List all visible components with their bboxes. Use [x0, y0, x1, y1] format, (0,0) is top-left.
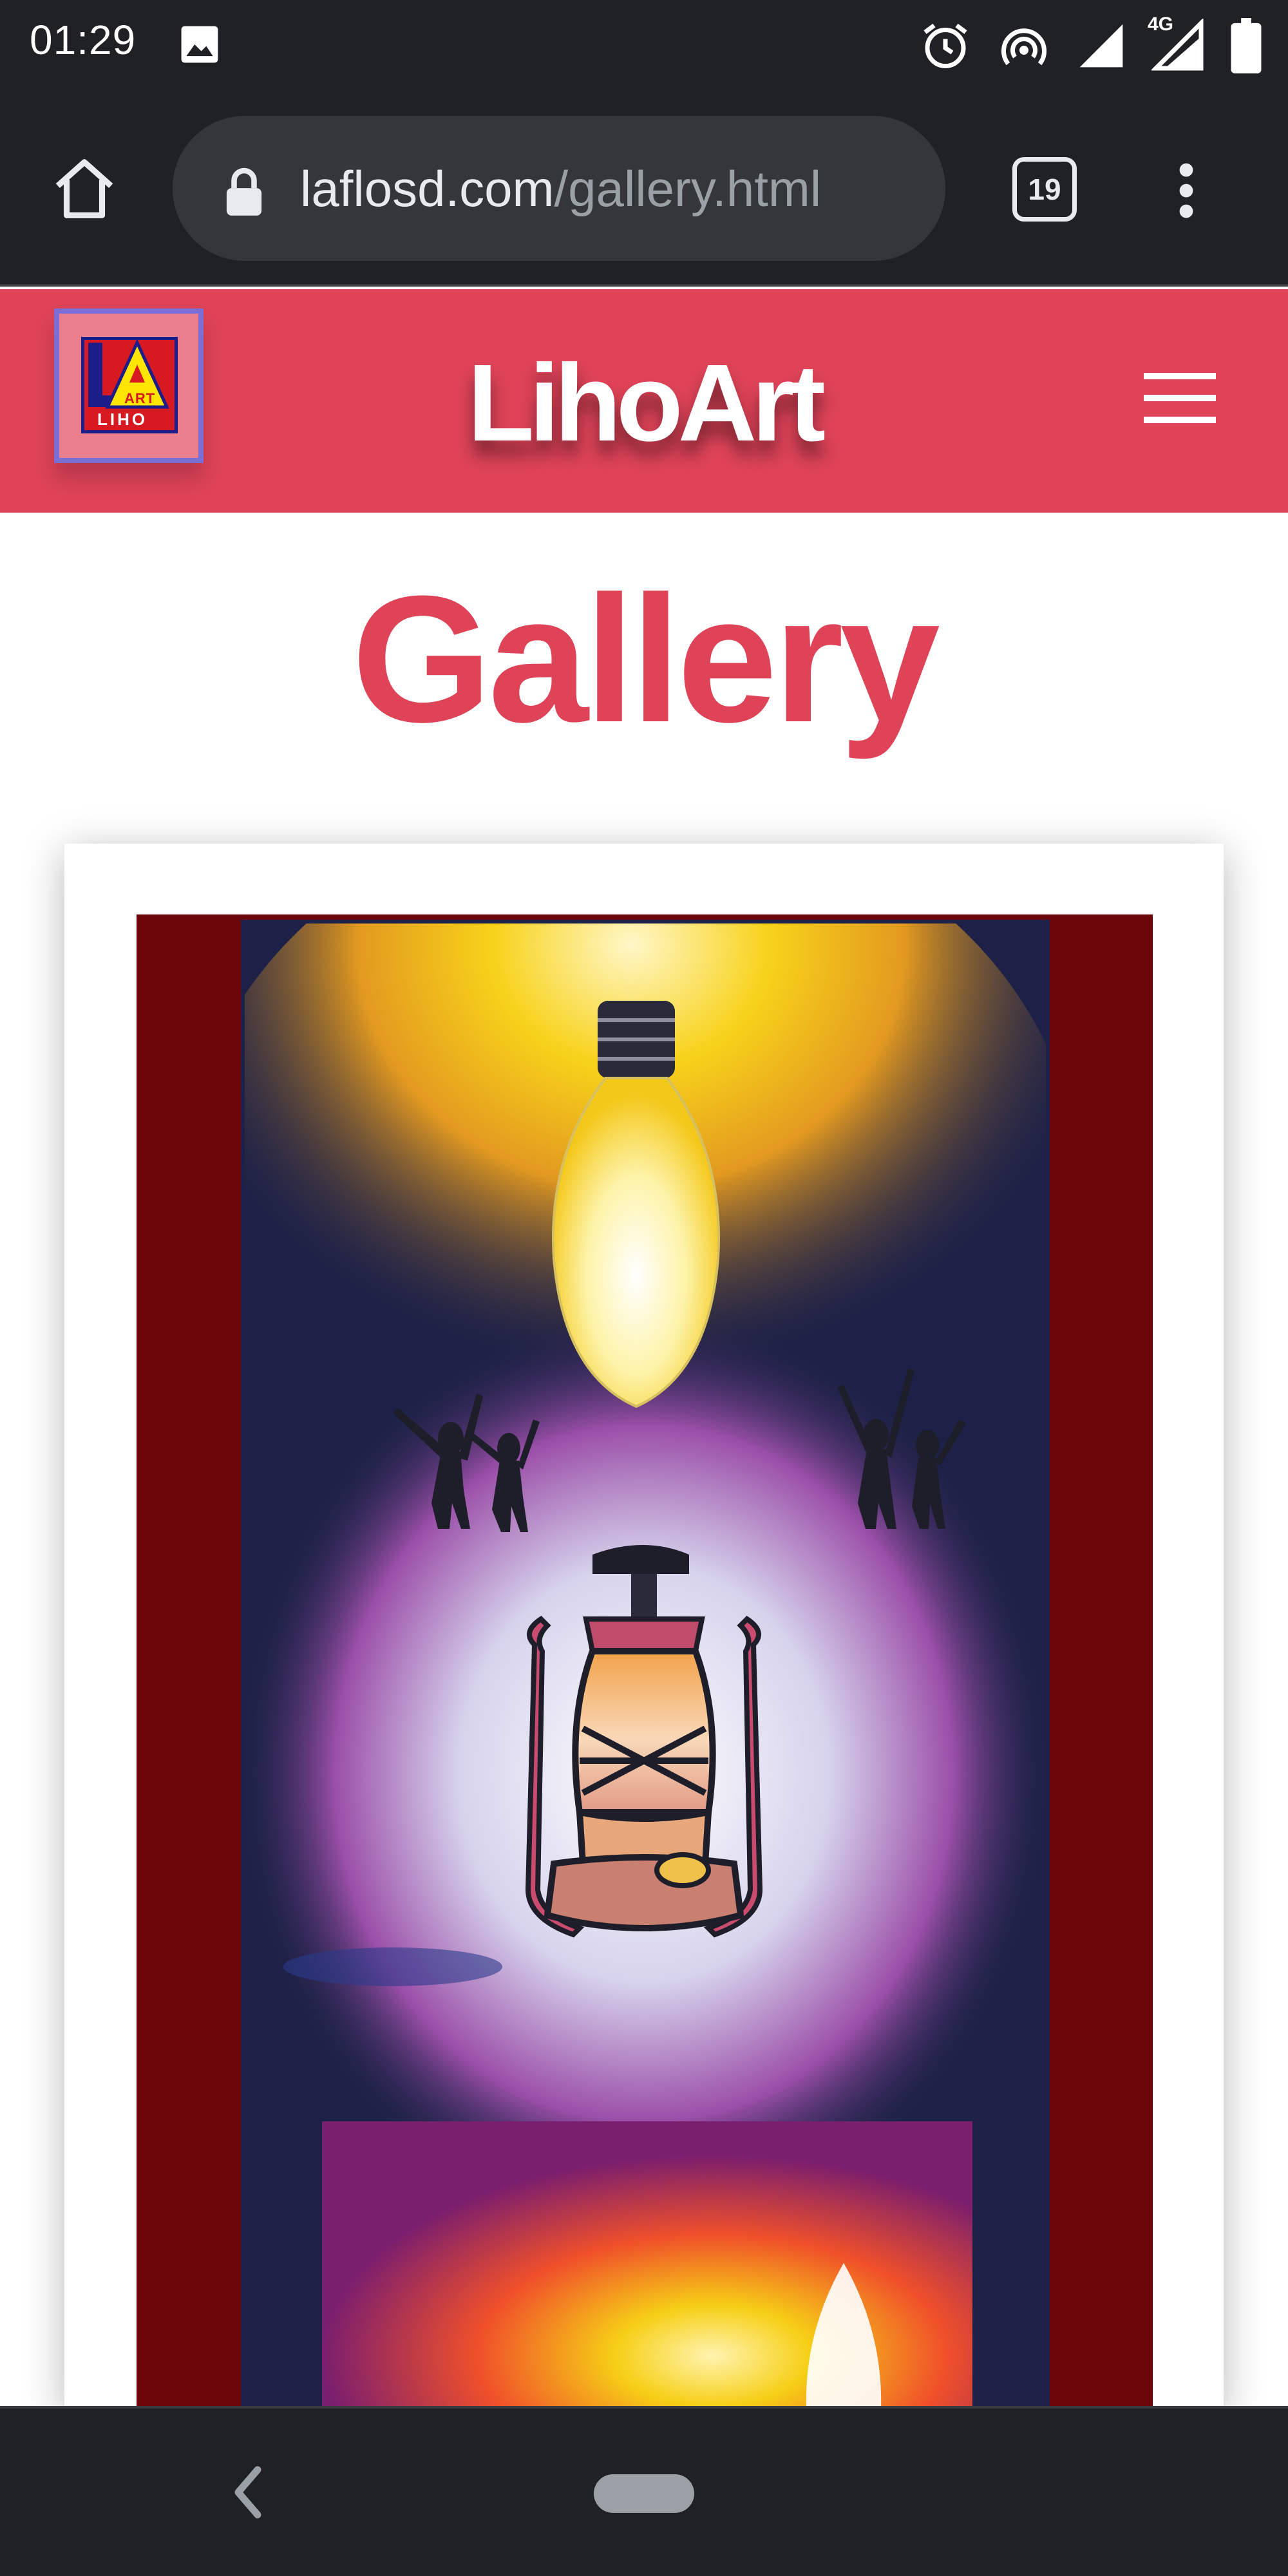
url-path: /gallery.html	[554, 160, 822, 217]
status-time: 01:29	[30, 17, 137, 63]
hamburger-menu-icon[interactable]	[1144, 373, 1216, 424]
back-icon[interactable]	[225, 2460, 270, 2524]
home-pill[interactable]	[594, 2474, 694, 2513]
browser-toolbar: laflosd.com/gallery.html 19	[0, 97, 1288, 287]
image-icon	[181, 26, 218, 63]
network-type-label: 4G	[1148, 14, 1174, 35]
system-nav-bar	[0, 2406, 1288, 2576]
battery-icon	[1231, 18, 1262, 73]
lantern-painting-image[interactable]	[241, 920, 1050, 2409]
painting-frame	[137, 914, 1153, 2409]
signal-icon	[1079, 24, 1123, 68]
address-bar[interactable]: laflosd.com/gallery.html	[173, 116, 945, 261]
more-vert-icon[interactable]	[1163, 160, 1209, 222]
hotspot-icon	[1001, 28, 1046, 66]
status-bar: 01:29 4G	[0, 0, 1288, 97]
url-text: laflosd.com/gallery.html	[300, 160, 821, 218]
brand-title[interactable]: LihoArt	[0, 348, 1288, 458]
url-domain: laflosd.com	[300, 160, 554, 217]
home-icon[interactable]	[49, 153, 120, 224]
alarm-icon	[923, 23, 967, 68]
page-title: Gallery	[352, 559, 940, 760]
4g-signal-icon: 4G	[1148, 14, 1206, 73]
gallery-card	[64, 844, 1224, 2409]
site-header: ART LIHO LihoArt	[0, 289, 1288, 513]
tab-switcher-button[interactable]: 19	[1012, 157, 1077, 222]
lock-icon	[226, 167, 262, 216]
